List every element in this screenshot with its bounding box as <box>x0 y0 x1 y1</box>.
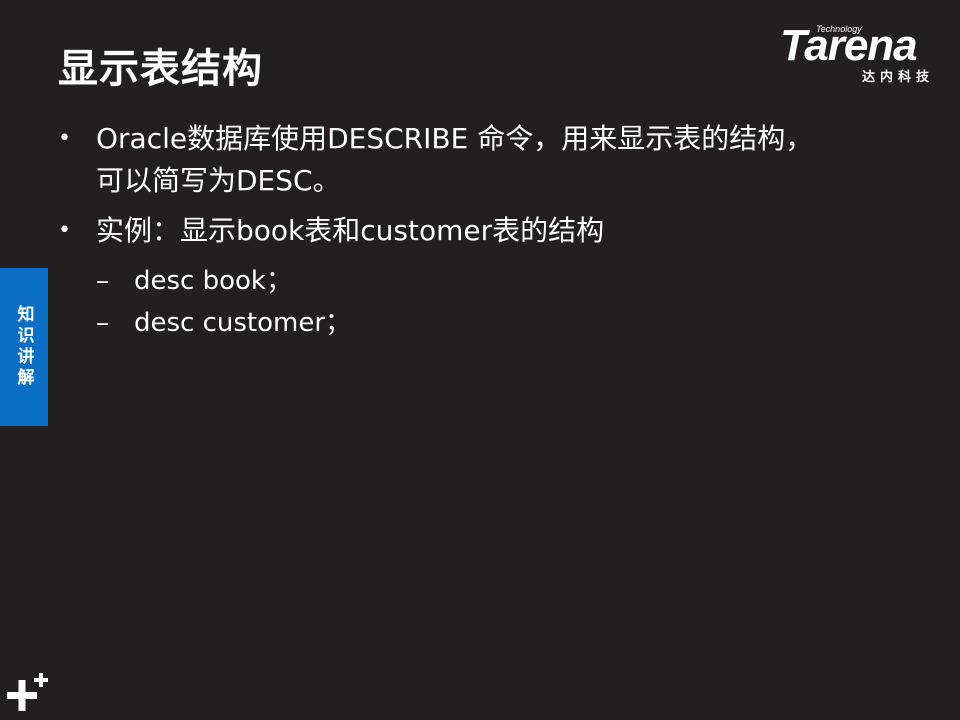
bullet-item: • Oracle数据库使用DESCRIBE 命令，用来显示表的结构， 可以简写为… <box>58 118 908 202</box>
bullet-dot: • <box>58 126 71 151</box>
tarena-logo: Technology Tarena 达内科技 <box>780 21 945 86</box>
logo-wordmark: Tarena <box>780 21 918 70</box>
plus-icon <box>7 673 48 711</box>
slide-content: • Oracle数据库使用DESCRIBE 命令，用来显示表的结构， 可以简写为… <box>58 118 908 344</box>
bullet-text: Oracle数据库使用DESCRIBE 命令，用来显示表的结构， <box>96 122 814 155</box>
bullet-dot: • <box>58 218 71 243</box>
sub-item-text: desc customer； <box>134 308 352 338</box>
page-title: 显示表结构 <box>58 46 263 92</box>
logo-subtitle: 达内科技 <box>862 70 935 85</box>
bullet-text-continuation: 可以简写为DESC。 <box>96 164 341 197</box>
side-tab-label: 知识讲解 <box>13 305 34 389</box>
sub-item: – desc customer； <box>58 302 908 344</box>
sub-item-text: desc book； <box>134 266 292 296</box>
sub-item: – desc book； <box>58 260 908 302</box>
side-tab: 知识讲解 <box>0 268 48 426</box>
dash-marker: – <box>96 266 109 296</box>
bullet-item: • 实例：显示book表和customer表的结构 <box>58 210 908 252</box>
bullet-text: 实例：显示book表和customer表的结构 <box>96 214 605 247</box>
dash-marker: – <box>96 308 109 338</box>
